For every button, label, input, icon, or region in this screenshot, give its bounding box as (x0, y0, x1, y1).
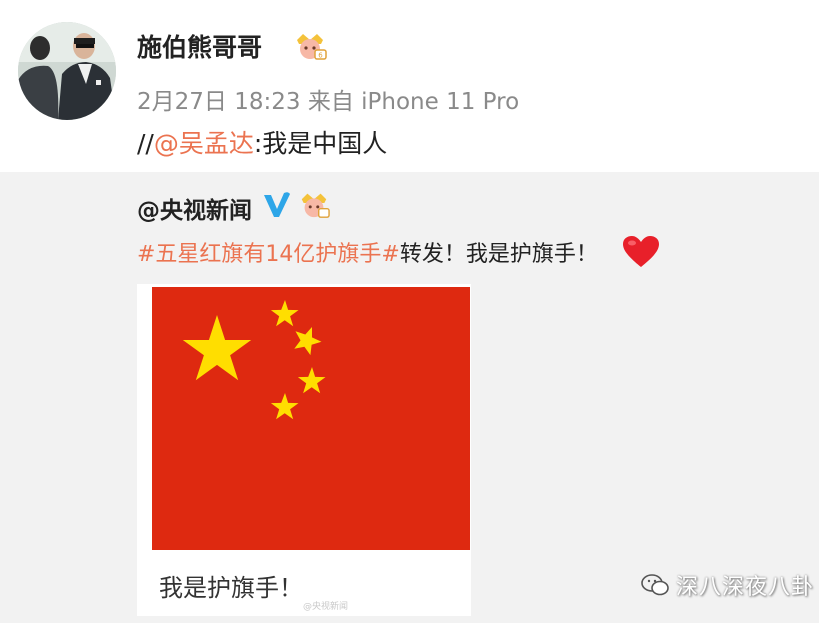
quoted-post[interactable]: @央视新闻 #五星红旗有14亿护旗手#转发！我是护旗手！ 我是护旗手！ @央视新… (0, 172, 819, 623)
quoted-body: 转发！我是护旗手！ (399, 242, 598, 267)
mention-link[interactable]: @吴孟达 (154, 129, 254, 158)
repost-slashes: // (137, 129, 154, 158)
repost-body: :我是中国人 (253, 129, 388, 158)
card-caption: 我是护旗手！ (159, 574, 303, 602)
source-device: iPhone 11 Pro (361, 89, 520, 115)
image-card[interactable]: 我是护旗手！ @央视新闻 (137, 284, 471, 616)
avatar-photo (18, 22, 116, 120)
watermark-text: 深八深夜八卦 (676, 575, 815, 600)
source-watermark: 深八深夜八卦 (640, 568, 814, 602)
heart-emoji-icon (623, 236, 659, 267)
post-timestamp[interactable]: 2月27日 18:23 (137, 89, 301, 115)
post-meta: 2月27日 18:23 来自 iPhone 11 Pro (137, 82, 519, 116)
source-prefix: 来自 (307, 89, 354, 115)
repost-text: //@吴孟达:我是中国人 (137, 124, 387, 160)
quoted-text: #五星红旗有14亿护旗手#转发！我是护旗手！ (137, 236, 598, 268)
wechat-icon (641, 574, 669, 596)
author-avatar[interactable] (18, 22, 116, 120)
topic-hashtag[interactable]: #五星红旗有14亿护旗手# (137, 242, 400, 267)
china-flag-image[interactable] (152, 287, 470, 550)
weibo-post: 施伯熊哥哥 6 2月27日 18:23 来自 iPhone 11 Pro //@… (0, 0, 819, 172)
author-name[interactable]: 施伯熊哥哥 (137, 28, 262, 64)
svg-text:6: 6 (318, 52, 323, 60)
crown-badge-icon[interactable]: 6 (293, 30, 327, 60)
verified-v-icon (264, 192, 290, 217)
card-watermark: @央视新闻 (303, 602, 349, 612)
crown-badge-icon[interactable] (298, 189, 330, 219)
quoted-author[interactable]: @央视新闻 (137, 191, 252, 225)
